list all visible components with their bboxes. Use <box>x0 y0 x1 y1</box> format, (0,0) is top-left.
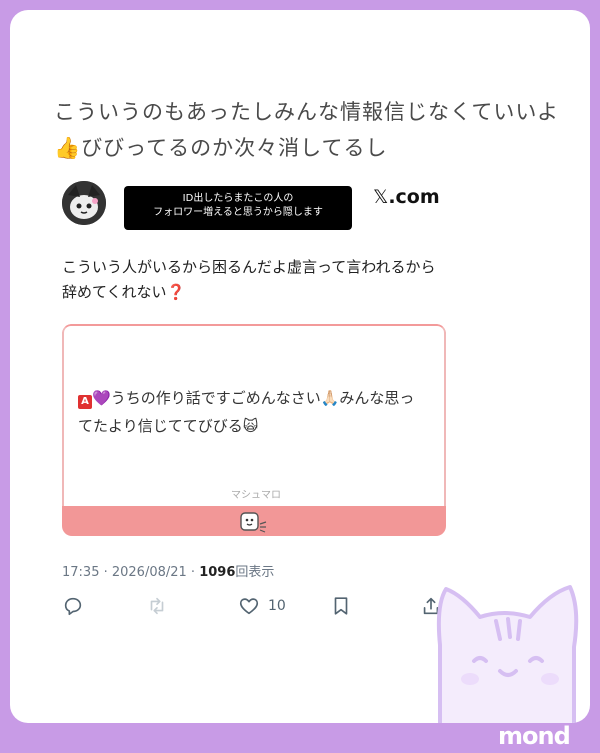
bookmark-button[interactable] <box>330 594 352 618</box>
tweet-timestamp: 17:35 · 2026/08/21 · <box>62 565 200 580</box>
post-frame: こういうのもあったしみんな情報信じなくていいよ👍びびってるのか次々消してるし I… <box>10 10 590 723</box>
marshmallow-card[interactable]: A 💜うちの作り話ですごめんなさい🙏🏻みんな思ってたより信じててびびる🙀 マシュマ… <box>62 324 446 536</box>
x-logo-icon: 𝕏 <box>373 186 389 208</box>
avatar-image <box>62 181 106 225</box>
avatar[interactable] <box>62 181 106 225</box>
views-label: 回表示 <box>235 565 275 580</box>
a-badge-icon: A <box>78 395 92 409</box>
redaction-box: ID出したらまたこの人の フォロワー増えると思うから隠します <box>124 186 352 230</box>
card-text: A 💜うちの作り話ですごめんなさい🙏🏻みんな思ってたより信じててびびる🙀 <box>78 384 428 440</box>
retweet-icon <box>150 597 164 615</box>
redaction-line-1: ID出したらまたこの人の <box>182 193 294 204</box>
like-icon <box>239 598 259 615</box>
reply-icon <box>64 597 82 616</box>
redaction-line-2: フォロワー増えると思うから隠します <box>153 207 323 218</box>
card-footer-label: マシュマロ <box>231 490 281 501</box>
cat-doodle-icon <box>436 585 579 723</box>
card-message: うちの作り話ですごめんなさい🙏🏻みんな思ってたより信じててびびる🙀 <box>78 389 415 435</box>
bookmark-icon <box>334 597 348 615</box>
like-count: 10 <box>268 598 286 614</box>
reply-button[interactable] <box>62 594 84 618</box>
like-button[interactable]: 10 <box>238 594 286 618</box>
tweet-meta: 17:35 · 2026/08/21 · 1096回表示 <box>62 561 274 580</box>
retweet-button[interactable] <box>146 594 168 618</box>
headline-text: こういうのもあったしみんな情報信じなくていいよ👍びびってるのか次々消してるし <box>54 100 559 160</box>
source-domain-text: .com <box>388 186 440 208</box>
views-count: 1096 <box>199 565 236 580</box>
action-bar: 10 <box>62 594 446 624</box>
purple-heart-icon: 💜 <box>92 389 111 407</box>
card-body: A 💜うちの作り話ですごめんなさい🙏🏻みんな思ってたより信じててびびる🙀 マシュマ… <box>62 324 446 506</box>
source-domain[interactable]: 𝕏.com <box>373 186 440 208</box>
tweet-text: こういう人がいるから困るんだよ虚言って言われるから辞めてくれない❓ <box>62 258 436 301</box>
marshmallow-icon <box>240 512 267 533</box>
mond-watermark: mond <box>498 722 571 750</box>
